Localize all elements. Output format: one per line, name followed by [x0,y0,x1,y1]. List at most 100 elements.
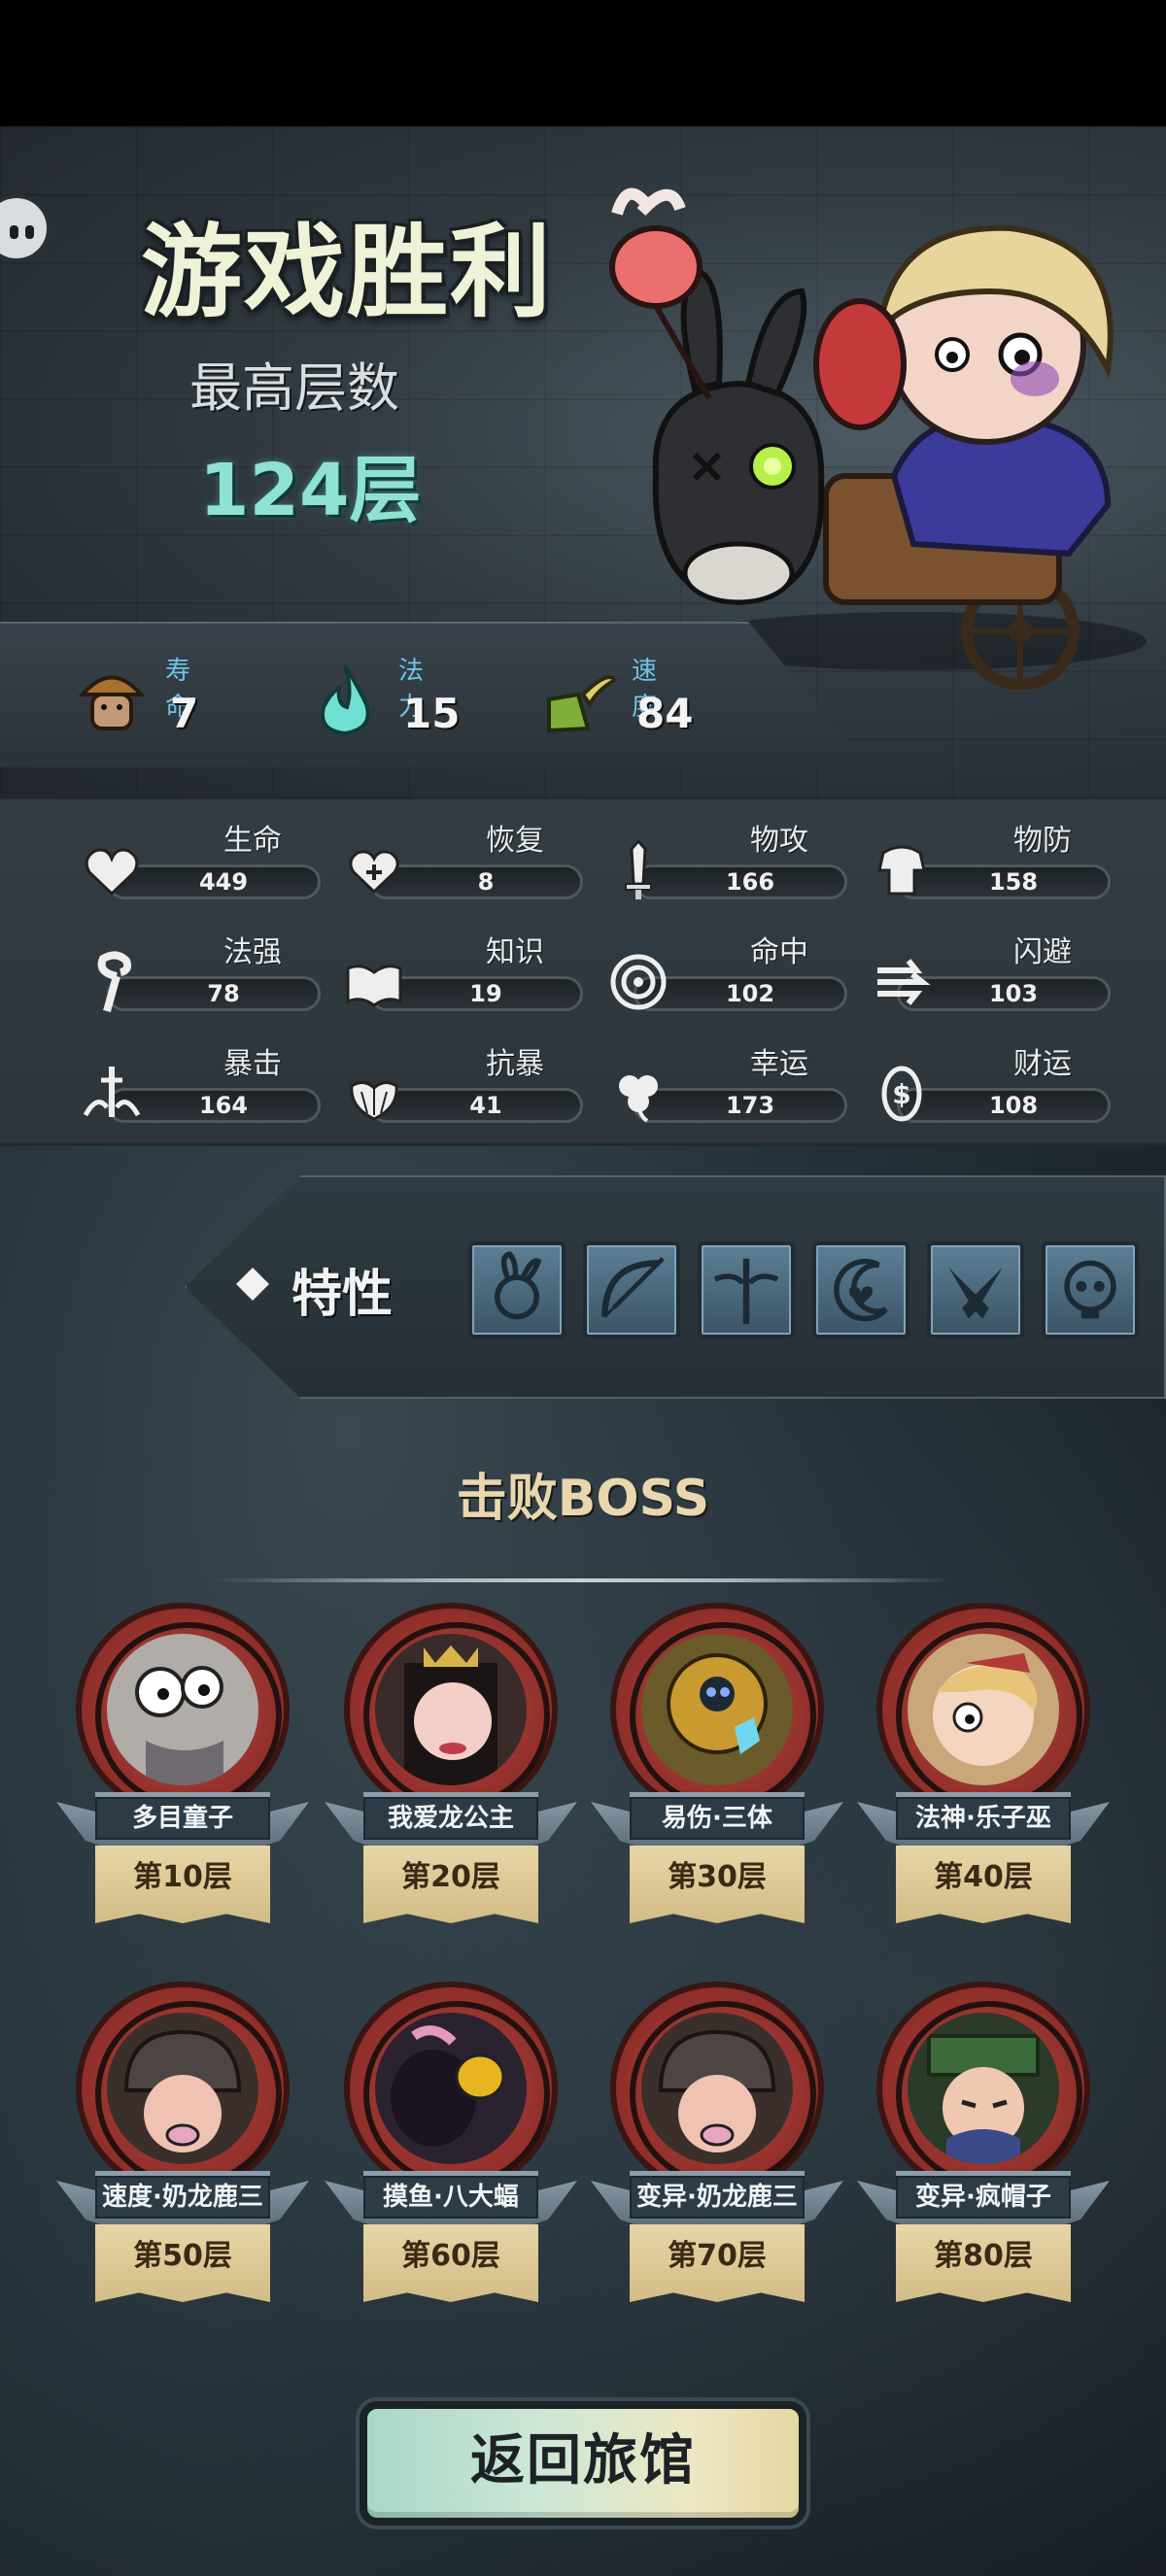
crossed-guns-trait-icon [948,1268,1003,1319]
attribute-9[interactable]: 41 抗暴 [340,1039,583,1127]
boss-floor-scroll: 第30层 [630,1846,805,1923]
trait-rabbit[interactable] [468,1241,566,1339]
dodge-arrows-icon [877,959,931,1005]
skull-trait-icon [1064,1260,1116,1319]
return-to-inn-button[interactable]: 返回旅馆 [360,2401,806,2525]
mushroom-character-icon [78,675,146,730]
boss-portrait [641,1634,793,1785]
attribute-name: 物防 [1013,824,1072,858]
rabbit-trait-icon [495,1251,542,1320]
trait-skull[interactable] [1042,1241,1139,1339]
attribute-8[interactable]: 164 暴击 [78,1039,321,1127]
boss-floor-scroll: 第80层 [896,2224,1071,2302]
staff-icon [97,951,132,1013]
bosses-divider [214,1578,952,1582]
boss-card-0[interactable]: 多目童子第10层 [56,1603,309,1952]
boss-name: 摸鱼·八大蝠 [363,2176,538,2219]
boss-floor-scroll: 第60层 [363,2224,538,2302]
bow-trait-icon [601,1257,665,1318]
stat-value: 84 [636,690,694,737]
boss-portrait [107,2013,258,2164]
sword-icon [625,838,652,899]
winged-boot-icon [547,675,617,733]
highest-floor-label: 最高层数 [189,357,399,419]
boss-floor-scroll: 第50层 [95,2224,270,2302]
boss-card-6[interactable]: 变异·奶龙鹿三第70层 [591,1982,843,2331]
winged-sword-trait-icon [713,1258,779,1324]
heal-heart-icon [349,850,399,895]
attribute-4[interactable]: 78 法强 [78,928,321,1015]
boss-portrait-frame [610,1982,824,2195]
clover-icon [619,1075,658,1123]
boss-card-1[interactable]: 我爱龙公主第20层 [325,1603,577,1952]
shell-shield-icon [350,1081,398,1121]
crit-blade-icon [83,1067,141,1117]
svg-text:$: $ [892,1078,910,1110]
attribute-0[interactable]: 449 生命 [78,816,321,903]
attribute-name: 财运 [1013,1047,1072,1081]
boss-portrait-frame [344,1982,558,2195]
attribute-name: 恢复 [486,824,544,858]
boss-card-5[interactable]: 摸鱼·八大蝠第60层 [325,1982,577,2331]
victory-title: 游戏胜利 [141,213,554,331]
trait-crossed-guns[interactable] [927,1241,1024,1339]
boss-portrait-frame [876,1982,1090,2195]
attribute-name: 闪避 [1013,935,1072,969]
boss-floor-scroll: 第20层 [363,1846,538,1923]
boss-card-4[interactable]: 速度·奶龙鹿三第50层 [56,1982,309,2331]
status-bar-area [0,0,1166,126]
boss-card-3[interactable]: 法神·乐子巫第40层 [857,1603,1110,1952]
boss-portrait-frame [876,1603,1090,1816]
attribute-1[interactable]: 8 恢复 [340,816,583,903]
boss-portrait-frame [344,1603,558,1816]
boss-portrait [107,1634,258,1785]
attribute-name: 生命 [223,824,282,858]
traits-label: 特性 [292,1266,394,1324]
boss-portrait [641,2013,793,2164]
attribute-name: 法强 [223,935,282,969]
attribute-2[interactable]: 166 物攻 [604,816,847,903]
boss-name: 变异·奶龙鹿三 [630,2176,805,2219]
attribute-11[interactable]: 108 $ 财运 [868,1039,1111,1127]
bosses-defeated-title: 击败BOSS [456,1470,710,1528]
boss-card-7[interactable]: 变异·疯帽子第80层 [857,1982,1110,2331]
cyan-flame-icon [321,663,370,736]
boss-portrait [375,1634,527,1785]
boss-floor-scroll: 第70层 [630,2224,805,2302]
book-icon [346,965,402,1007]
boss-name: 多目童子 [95,1797,270,1840]
attribute-name: 命中 [750,935,808,969]
boss-name: 变异·疯帽子 [896,2176,1071,2219]
moon-heart-trait-icon [834,1258,888,1322]
stat-value: 7 [170,690,199,737]
attribute-3[interactable]: 158 物防 [868,816,1111,903]
boss-portrait [908,1634,1059,1785]
boss-card-2[interactable]: 易伤·三体第30层 [591,1603,843,1952]
boss-name: 法神·乐子巫 [896,1797,1071,1840]
attribute-name: 知识 [486,935,544,969]
boss-name: 易伤·三体 [630,1797,805,1840]
heart-icon [85,848,139,897]
boss-portrait [375,2013,527,2164]
attribute-name: 物攻 [750,824,808,858]
boss-portrait-frame [76,1603,290,1816]
trait-moon-heart[interactable] [812,1241,909,1339]
target-icon [610,954,667,1010]
boss-name: 速度·奶龙鹿三 [95,2176,270,2219]
attribute-10[interactable]: 173 幸运 [604,1039,847,1127]
trait-bow[interactable] [583,1241,680,1339]
attribute-7[interactable]: 103 闪避 [868,928,1111,1015]
boss-name: 我爱龙公主 [363,1797,538,1840]
stat-value: 15 [403,690,461,737]
boss-portrait-frame [76,1982,290,2195]
trait-winged-sword[interactable] [698,1241,795,1339]
boss-floor-scroll: 第40层 [896,1846,1071,1923]
attribute-name: 抗暴 [486,1047,544,1081]
boss-floor-scroll: 第10层 [95,1846,270,1923]
highest-floor-value: 124层 [199,449,422,532]
attribute-6[interactable]: 102 命中 [604,928,847,1015]
attribute-name: 暴击 [223,1047,282,1081]
attribute-5[interactable]: 19 知识 [340,928,583,1015]
attribute-name: 幸运 [750,1047,808,1081]
hero-character-illustration [609,187,1147,690]
